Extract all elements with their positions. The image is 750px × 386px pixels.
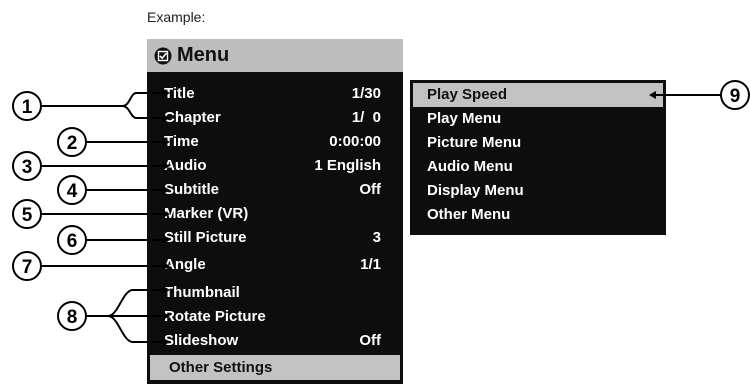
callout-8: 8 [57,286,170,346]
callout-2: 2 [57,127,170,157]
callout-9-number: 9 [730,86,741,107]
callout-9: 9 [649,80,750,110]
callout-6-number: 6 [67,231,78,252]
callout-5: 5 [12,199,170,229]
callout-2-number: 2 [67,133,78,154]
callout-7: 7 [12,251,170,281]
callout-6: 6 [57,225,170,255]
callout-8-number: 8 [67,307,78,328]
callout-1: 1 [12,89,170,122]
callout-7-number: 7 [22,257,33,278]
callout-4: 4 [57,175,170,205]
callout-layer: 1 2 3 4 5 6 7 8 9 [12,80,750,346]
callout-5-number: 5 [22,205,33,226]
callout-1-number: 1 [22,97,33,118]
callout-3-number: 3 [22,157,33,178]
callout-3: 3 [12,151,170,181]
callout-4-number: 4 [67,181,78,202]
